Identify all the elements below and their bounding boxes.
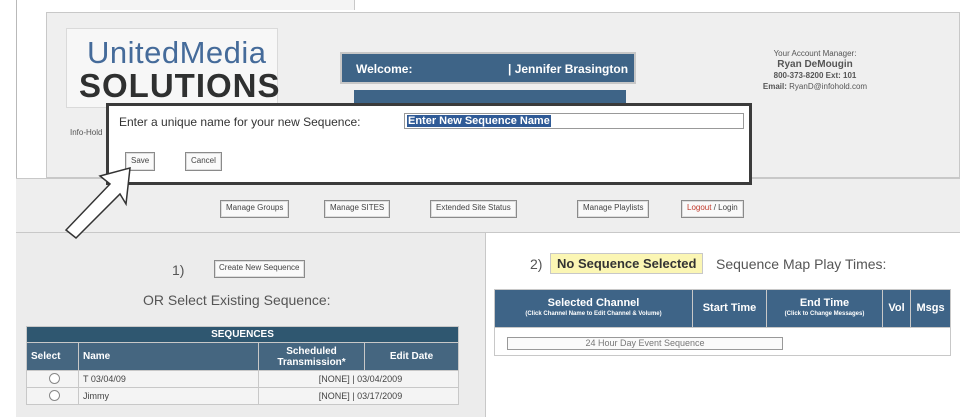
col-header-name: Name [78,342,259,371]
account-manager-info: Your Account Manager: Ryan DeMougin 800-… [725,48,905,92]
top-image-strip [100,0,355,10]
select-radio[interactable] [49,372,60,384]
col-header-select: Select [26,342,79,371]
welcome-bar-lower [354,90,626,104]
step-1-label: 1) [172,262,185,278]
account-manager-phone: 800-373-8200 Ext: 101 [773,71,857,80]
cancel-button[interactable]: Cancel [185,152,222,171]
logout-link[interactable]: Logout [687,203,711,212]
day-event-sequence-button[interactable]: 24 Hour Day Event Sequence [507,336,783,350]
email-link[interactable]: RyanD@infohold.com [789,82,867,91]
manage-groups-button[interactable]: Manage Groups [220,200,290,218]
col-header-edit-date: Edit Date [364,342,459,371]
sequence-map-heading: Sequence Map Play Times: [716,256,887,272]
sequence-name-prompt: Enter a unique name for your new Sequenc… [119,115,361,129]
welcome-bar: Welcome: | Jennifer Brasington [340,52,636,84]
company-logo: UnitedMedia SOLUTIONS [66,28,281,108]
col-header-scheduled: Scheduled Transmission* [258,342,365,371]
sequence-name-cell[interactable]: Jimmy [78,387,259,405]
table-row: Jimmy [NONE] | 03/17/2009 [26,387,459,405]
welcome-label: Welcome: [356,62,413,76]
col-header-channel: Selected Channel (Click Channel Name to E… [494,289,693,328]
account-manager-email: Email: RyanD@infohold.com [762,82,868,91]
table-row: T 03/04/09 [NONE] | 03/04/2009 [26,370,459,388]
extended-site-status-button[interactable]: Extended Site Status [430,200,517,218]
sequence-name-cell[interactable]: T 03/04/09 [78,370,259,388]
table-row: 24 Hour Day Event Sequence [494,327,951,356]
select-radio[interactable] [49,389,60,401]
sequence-map-table: Selected Channel (Click Channel Name to E… [494,289,951,356]
col-header-msgs: Msgs [910,289,951,328]
channel-hint: (Click Channel Name to Edit Channel & Vo… [525,310,662,317]
sequences-table-title: SEQUENCES [26,326,459,343]
col-header-end-time: End Time (Click to Change Messages) [766,289,883,328]
select-existing-heading: OR Select Existing Sequence: [143,292,331,308]
new-sequence-dialog: Enter a unique name for your new Sequenc… [106,103,752,185]
no-sequence-badge: No Sequence Selected [550,253,704,274]
col-header-vol: Vol [882,289,911,328]
account-manager-name: Ryan DeMougin [777,59,853,70]
user-name: | Jennifer Brasington [508,62,629,76]
pointer-arrow-icon [64,166,131,240]
end-time-hint: (Click to Change Messages) [784,310,865,317]
col-header-start-time: Start Time [692,289,767,328]
login-link[interactable]: / Login [711,203,738,212]
infohold-label: Info-Hold [70,128,103,137]
logo-text-unitedmedia: UnitedMedia [87,35,267,70]
account-title: Your Account Manager: [773,49,857,58]
step-2-label: 2) [530,256,543,272]
manage-sites-button[interactable]: Manage SITES [324,200,391,218]
create-new-sequence-button[interactable]: Create New Sequence [214,260,305,278]
logo-text-solutions: SOLUTIONS [79,67,281,104]
logout-login-button[interactable]: Logout / Login [681,200,744,218]
manage-playlists-button[interactable]: Manage Playlists [577,200,650,218]
sequences-table: SEQUENCES Select Name Scheduled Transmis… [26,326,459,405]
schedule-cell: [NONE] | 03/04/2009 [258,370,459,388]
sequence-name-input[interactable]: Enter New Sequence Name [404,113,744,129]
sequence-name-value: Enter New Sequence Name [407,115,551,127]
schedule-cell: [NONE] | 03/17/2009 [258,387,459,405]
